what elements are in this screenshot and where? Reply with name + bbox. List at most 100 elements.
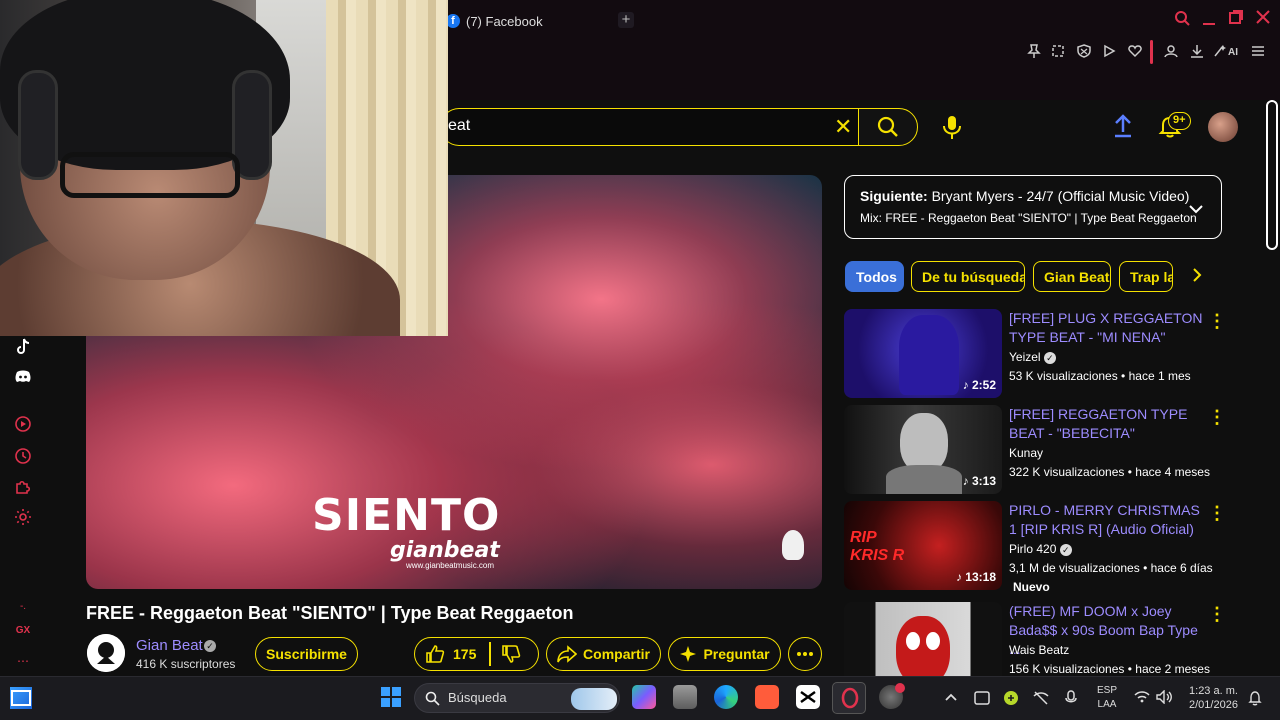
clock-time: 1:23 a. m. [1189,685,1238,697]
ai-icon[interactable]: AI [1213,44,1243,60]
search-icon [425,691,440,706]
recommendation-meta: 3,1 M de visualizaciones • hace 6 días [1009,561,1213,575]
search-icon [877,116,898,137]
more-actions-button[interactable] [788,637,822,671]
notification-dot [895,683,905,693]
ask-label: Preguntar [703,646,770,662]
facebook-icon: f [446,14,460,28]
history-icon[interactable] [14,447,32,465]
more-rail-icon[interactable]: ⋯ [14,652,32,670]
gx-label[interactable]: GX [14,622,32,640]
chip-todos[interactable]: Todos [845,261,904,292]
more-horizontal-icon [797,652,813,656]
settings-gear-icon[interactable] [14,508,32,526]
up-next-mix: Mix: FREE - Reggaeton Beat "SIENTO" | Ty… [860,211,1197,225]
system-clock[interactable]: 1:23 a. m. 2/01/2026 [1189,684,1238,712]
chevron-down-icon[interactable] [1188,198,1204,219]
recommendation-meta: 322 K visualizaciones • hace 4 meses [1009,465,1210,479]
player-icon[interactable] [1101,44,1117,60]
like-button[interactable]: 175 [425,644,476,664]
chip-gian-beat[interactable]: Gian Beat [1033,261,1111,292]
tray-app-icon[interactable] [974,690,990,709]
upload-icon[interactable] [1112,114,1134,138]
dislike-button[interactable] [501,644,521,667]
chip-trap-la[interactable]: Trap la [1119,261,1173,292]
search-query[interactable]: eat [448,117,470,135]
recommendation-item[interactable]: ♪ 3:13 [FREE] REGGAETON TYPE BEAT - "BEB… [844,405,1226,495]
toolbar-separator [1150,40,1153,64]
share-button[interactable]: Compartir [546,637,661,671]
menu-icon[interactable] [1250,44,1266,60]
task-view-icon[interactable] [10,687,32,709]
taskbar-search-box[interactable] [414,683,620,713]
channel-name[interactable]: Gian Beat [136,637,203,654]
microphone-tray-icon[interactable] [1064,690,1078,709]
close-window-icon[interactable] [1256,10,1270,29]
recommendation-item[interactable]: RIP KRIS R ♪ 13:18 PIRLO - MERRY CHRISTMA… [844,501,1226,594]
up-next-card[interactable] [844,175,1222,239]
more-vertical-icon[interactable]: ⋮ [1208,311,1226,332]
file-explorer-icon[interactable] [673,685,697,709]
minimize-icon[interactable] [1202,10,1216,31]
more-vertical-icon[interactable]: ⋮ [1208,503,1226,524]
new-tab-button[interactable]: + [618,12,634,28]
show-hidden-icons[interactable] [944,690,958,705]
network-off-icon[interactable] [1033,690,1049,709]
chevron-right-icon[interactable] [1192,267,1202,288]
maximize-icon[interactable] [1229,10,1243,29]
clear-search-icon[interactable]: ✕ [834,114,852,140]
steam-icon[interactable] [879,683,905,709]
opera-gx-taskbar-button[interactable] [832,682,866,714]
microphone-icon[interactable] [940,114,964,140]
tiktok-icon[interactable] [14,338,32,356]
video-thumbnail[interactable]: ♪ 3:13 [844,405,1002,494]
thumbs-down-icon [502,645,521,663]
recommendation-channel[interactable]: Kunay [1009,446,1043,460]
recommendation-meta: 53 K visualizaciones • hace 1 mes [1009,369,1191,383]
recommendation-channel[interactable]: Wais Beatz [1009,643,1069,657]
search-input[interactable] [440,108,860,146]
extensions-icon[interactable] [14,477,32,495]
video-thumbnail[interactable]: RIP KRIS R ♪ 13:18 [844,501,1002,590]
account-icon[interactable] [1163,44,1179,60]
search-tabs-icon[interactable] [1174,10,1190,31]
chip-de-tu-busqueda[interactable]: De tu búsqueda [911,261,1025,292]
glasses [60,152,240,198]
screen: f (7) Facebook + AI eat ✕ 9+ -. GX ⋯ SIE… [0,0,1280,720]
share-icon [557,645,578,663]
copilot-icon[interactable] [632,685,656,709]
scrollbar[interactable] [1266,100,1278,250]
more-vertical-icon[interactable]: ⋮ [1208,604,1226,625]
recommendation-title[interactable]: [FREE] PLUG X REGGAETON TYPE BEAT - "MI … [1009,309,1207,347]
heart-icon[interactable] [1127,44,1143,60]
account-avatar[interactable] [1208,112,1238,142]
snapshot-icon[interactable] [1050,44,1066,60]
video-thumbnail[interactable]: ♪ 2:52 [844,309,1002,398]
capcut-icon[interactable] [796,685,820,709]
windows-start-icon[interactable] [380,686,402,708]
recommendation-title[interactable]: [FREE] REGGAETON TYPE BEAT - "BEBECITA" [1009,405,1207,443]
app-grid-icon[interactable] [755,685,779,709]
recommendation-item[interactable]: ♪ 2:52 [FREE] PLUG X REGGAETON TYPE BEAT… [844,309,1226,399]
player-rail-icon[interactable] [14,415,32,433]
input-language[interactable]: ESP LAA [1097,684,1117,712]
shield-icon[interactable] [1076,44,1092,60]
subscribe-button[interactable]: Suscribirme [255,637,358,671]
notifications-tray-icon[interactable] [1248,690,1262,709]
channel-avatar[interactable] [87,634,125,672]
tab-facebook[interactable]: f (7) Facebook [446,8,543,34]
more-vertical-icon[interactable]: ⋮ [1208,407,1226,428]
pin-icon[interactable] [1026,44,1042,60]
tray-green-icon[interactable] [1003,690,1019,709]
discord-icon[interactable] [14,370,32,388]
thumbnail-title: SIENTO [312,490,501,541]
up-next-prefix: Siguiente: [860,188,928,204]
wifi-icon[interactable] [1134,690,1150,707]
download-icon[interactable] [1189,44,1205,60]
edge-icon[interactable] [714,685,738,709]
webcam-overlay [0,0,448,336]
ask-button[interactable]: Preguntar [668,637,781,671]
volume-icon[interactable] [1156,689,1174,707]
recommendation-title[interactable]: PIRLO - MERRY CHRISTMAS 1 [RIP KRIS R] (… [1009,501,1207,539]
search-button[interactable] [858,108,918,146]
